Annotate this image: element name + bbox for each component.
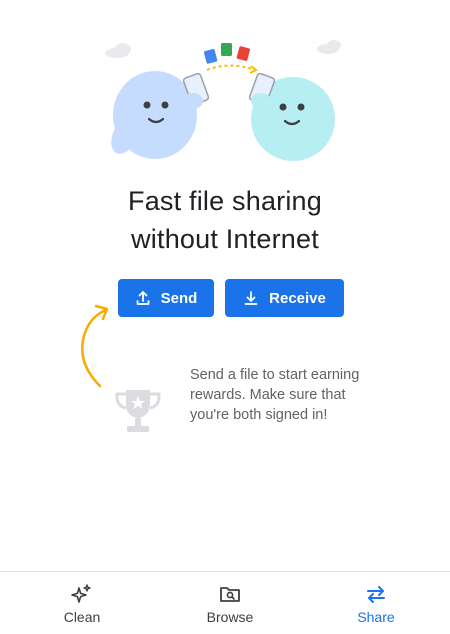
upload-icon	[136, 291, 150, 305]
nav-item-clean-label: Clean	[63, 609, 101, 625]
send-button-label: Send	[160, 289, 198, 307]
headline-line-1: Fast file sharing	[128, 186, 322, 216]
share-screen: Fast file sharing without Internet Send …	[0, 0, 450, 634]
nav-item-clean[interactable]: Clean	[37, 572, 127, 634]
bottom-navigation: Clean Browse Share	[0, 571, 450, 634]
rewards-message: Send a file to start earning rewards. Ma…	[190, 367, 360, 423]
file-icons	[203, 43, 258, 74]
nav-item-browse-label: Browse	[206, 609, 254, 625]
download-icon	[244, 291, 258, 305]
headline-line-2: without Internet	[131, 224, 319, 254]
file-sharing-illustration	[105, 40, 341, 161]
swap-arrows-icon	[367, 586, 385, 603]
receive-button-label: Receive	[269, 289, 326, 307]
sparkle-icon	[71, 584, 91, 603]
trophy-icon	[115, 390, 161, 432]
sender-character	[111, 71, 210, 159]
receiver-character	[248, 72, 335, 161]
nav-item-share[interactable]: Share	[331, 572, 421, 634]
nav-item-share-label: Share	[357, 609, 395, 625]
receive-button[interactable]: Receive	[225, 279, 344, 317]
curved-arrow-icon	[80, 304, 109, 388]
send-button[interactable]: Send	[118, 279, 214, 317]
nav-item-browse[interactable]: Browse	[185, 572, 275, 634]
folder-search-icon	[220, 587, 240, 602]
